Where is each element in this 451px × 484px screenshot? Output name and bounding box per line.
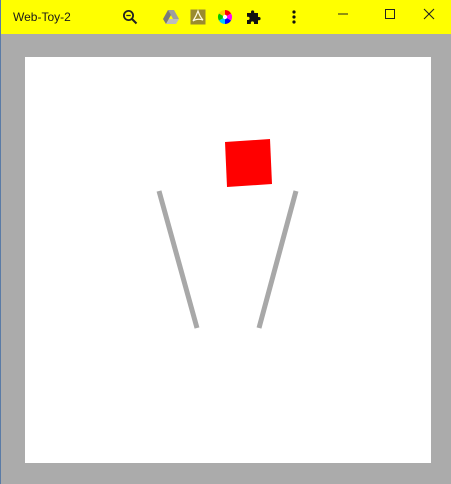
close-button[interactable]: [406, 0, 451, 32]
title-bar[interactable]: Web-Toy-2: [1, 0, 451, 34]
zoom-icon[interactable]: [118, 5, 142, 29]
toy-canvas[interactable]: [25, 57, 431, 463]
color-wheel-icon[interactable]: [213, 5, 237, 29]
scene-svg: [156, 139, 299, 329]
right-stick[interactable]: [256, 190, 299, 329]
extension-puzzle-icon[interactable]: [241, 5, 265, 29]
close-icon: [423, 7, 435, 25]
red-box[interactable]: [225, 139, 272, 187]
drive-icon[interactable]: [159, 5, 183, 29]
maximize-icon: [384, 7, 396, 25]
app-window: Web-Toy-2: [0, 0, 451, 484]
left-stick[interactable]: [156, 190, 200, 329]
pdf-icon[interactable]: [186, 5, 210, 29]
minimize-button[interactable]: [320, 0, 366, 32]
more-vert-icon[interactable]: [282, 5, 306, 29]
minimize-icon: [337, 7, 349, 25]
window-title: Web-Toy-2: [13, 10, 71, 24]
